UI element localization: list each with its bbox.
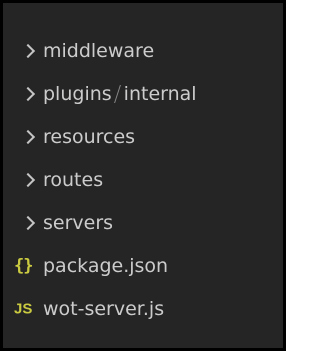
- javascript-file-icon: JS: [14, 300, 33, 317]
- folder-label: middleware: [43, 39, 155, 62]
- file-label: package.json: [43, 254, 169, 277]
- folder-item-routes[interactable]: routes: [6, 158, 280, 201]
- folder-item-middleware[interactable]: middleware: [6, 29, 280, 72]
- folder-item-resources[interactable]: resources: [6, 115, 280, 158]
- folder-item-plugins-internal[interactable]: plugins internal: [6, 72, 280, 115]
- file-item-package-json[interactable]: {} package.json: [6, 244, 280, 287]
- file-item-wot-server-js[interactable]: JS wot-server.js: [6, 287, 280, 330]
- file-tree: middleware plugins internal resources rou…: [6, 29, 280, 330]
- folder-label: plugins internal: [43, 83, 197, 105]
- path-separator: [113, 84, 121, 103]
- folder-label: resources: [43, 125, 136, 148]
- file-explorer-panel: middleware plugins internal resources rou…: [0, 0, 286, 351]
- json-braces-icon: {}: [14, 255, 34, 276]
- chevron-right-icon[interactable]: [20, 215, 36, 230]
- chevron-right-icon[interactable]: [20, 43, 36, 58]
- folder-label-plugins: plugins: [43, 82, 112, 105]
- folder-label: servers: [43, 211, 114, 234]
- folder-item-servers[interactable]: servers: [6, 201, 280, 244]
- chevron-right-icon[interactable]: [20, 129, 36, 144]
- chevron-right-icon[interactable]: [20, 86, 36, 101]
- chevron-right-icon[interactable]: [20, 172, 36, 187]
- folder-label: routes: [43, 168, 104, 191]
- file-label: wot-server.js: [43, 297, 165, 320]
- folder-label-internal: internal: [123, 82, 197, 105]
